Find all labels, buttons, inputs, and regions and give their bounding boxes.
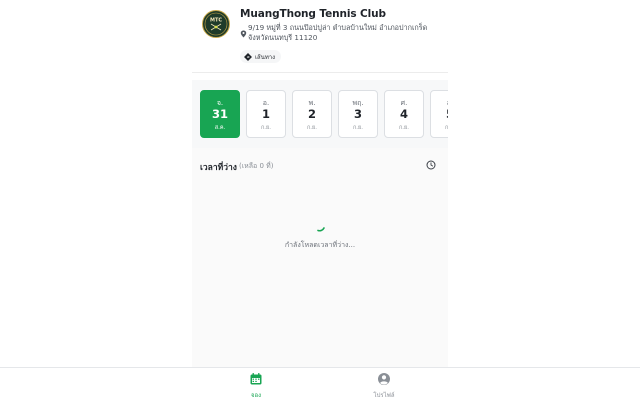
booking-panel: MTC MuangThong Tennis Club 9/19 หมู่ที่ … xyxy=(192,0,448,367)
club-logo: MTC xyxy=(202,10,230,38)
slots-title: เวลาที่ว่าง xyxy=(200,163,237,173)
date-month: ก.ย. xyxy=(444,125,448,131)
slots-remaining-count: (เหลือ 0 ที่) xyxy=(239,162,274,170)
svg-text:MTC: MTC xyxy=(210,18,222,24)
profile-icon xyxy=(378,373,390,385)
date-card[interactable]: ส. 5 ก.ย. xyxy=(430,90,448,138)
location-pin-icon xyxy=(240,30,247,38)
date-day: 5 xyxy=(431,107,448,121)
club-header: MTC MuangThong Tennis Club 9/19 หมู่ที่ … xyxy=(192,0,448,73)
date-month: ก.ย. xyxy=(306,125,318,131)
bottom-navigation: จอง โปรไฟล์ xyxy=(0,367,640,400)
club-address: 9/19 หมู่ที่ 3 ถนนป๊อปปูล่า ตำบลบ้านใหม่… xyxy=(248,23,428,42)
available-slots-section: เวลาที่ว่าง (เหลือ 0 ที่) กำลังโหลดเวลาท… xyxy=(192,148,448,367)
tab-profile-label: โปรไฟล์ xyxy=(373,392,395,399)
loading-spinner-icon xyxy=(317,227,325,232)
tab-profile[interactable]: โปรไฟล์ xyxy=(354,372,414,399)
date-card[interactable]: ศ. 4 ก.ย. xyxy=(384,90,424,138)
directions-icon xyxy=(244,52,252,61)
date-day: 2 xyxy=(307,107,316,121)
clock-icon[interactable] xyxy=(426,160,436,170)
date-day: 1 xyxy=(261,107,270,121)
date-day: 31 xyxy=(211,107,228,121)
tab-booking-label: จอง xyxy=(250,392,262,399)
date-month: ก.ย. xyxy=(398,125,410,131)
date-card[interactable]: พ. 2 ก.ย. xyxy=(292,90,332,138)
date-card[interactable]: พฤ. 3 ก.ย. xyxy=(338,90,378,138)
navigate-button[interactable]: เส้นทาง xyxy=(240,50,282,63)
calendar-icon xyxy=(250,373,262,385)
date-month: ก.ย. xyxy=(352,125,364,131)
date-card[interactable]: อ. 1 ก.ย. xyxy=(246,90,286,138)
date-day: 4 xyxy=(399,107,408,121)
date-card[interactable]: จ. 31 ส.ค. xyxy=(200,90,240,138)
loading-message: กำลังโหลดเวลาที่ว่าง... xyxy=(284,241,356,249)
tab-booking[interactable]: จอง xyxy=(226,372,286,399)
navigate-label: เส้นทาง xyxy=(255,53,276,61)
club-name: MuangThong Tennis Club xyxy=(240,8,386,20)
date-day: 3 xyxy=(353,107,362,121)
date-month: ก.ย. xyxy=(260,125,272,131)
date-selector: จ. 31 ส.ค. อ. 1 ก.ย. พ. 2 ก.ย. พฤ. 3 ก.ย… xyxy=(192,80,448,148)
date-month: ส.ค. xyxy=(214,125,226,131)
